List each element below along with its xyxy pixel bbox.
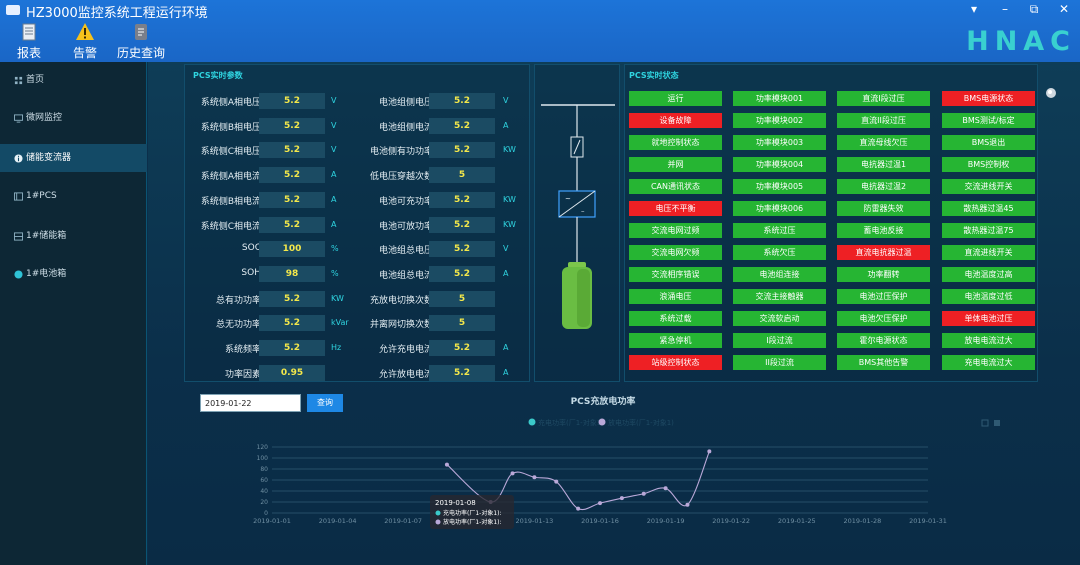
y-tick-label: 120	[257, 444, 269, 451]
app-logo-icon	[6, 5, 20, 15]
sidebar-item-label: 首页	[26, 75, 45, 85]
brand-logo: HNAC	[966, 26, 1076, 57]
legend-marker	[528, 418, 536, 426]
data-point	[685, 502, 690, 507]
alarm-label: 告警	[72, 46, 97, 60]
tooltip-date: 2019-01-08	[435, 499, 476, 507]
maximize-button[interactable]: ⧉	[1022, 0, 1046, 18]
sidebar-item-label: 储能变流器	[26, 153, 72, 163]
device-icon	[14, 192, 23, 201]
sidebar-item-battery-box[interactable]: 1#电池箱	[0, 260, 147, 288]
tooltip-marker	[435, 510, 441, 516]
data-point	[510, 471, 515, 476]
sidebar-item-home[interactable]: 首页	[0, 66, 147, 94]
dropdown-icon[interactable]: ▾	[962, 0, 986, 18]
x-tick-label: 2019-01-31	[909, 517, 947, 525]
x-tick-label: 2019-01-01	[253, 517, 291, 525]
x-tick-label: 2019-01-19	[647, 517, 685, 525]
info-icon	[14, 154, 23, 163]
sidebar-item-pcs[interactable]: 1#PCS	[0, 182, 147, 210]
sidebar: 首页 微网监控 储能变流器 1#PCS 1#储能箱 1#电池箱	[0, 62, 147, 565]
legend-label: 充电功率(厂1-对象1)	[538, 418, 604, 427]
data-point	[554, 479, 559, 484]
sidebar-item-label: 微网监控	[26, 113, 63, 123]
data-point	[598, 501, 602, 506]
data-point	[619, 496, 624, 501]
y-tick-label: 80	[260, 466, 268, 473]
alarm-button[interactable]: 告警	[70, 22, 100, 60]
data-point	[707, 449, 712, 454]
home-icon	[14, 76, 23, 85]
x-tick-label: 2019-01-13	[516, 517, 554, 525]
sidebar-item-label: 1#电池箱	[26, 269, 67, 279]
data-point	[576, 506, 581, 511]
x-tick-label: 2019-01-07	[384, 517, 422, 525]
y-tick-label: 100	[257, 455, 269, 462]
sidebar-item-label: 1#储能箱	[26, 231, 67, 241]
title-bar: HZ3000监控系统工程运行环境 ▾ – ⧉ ✕ 报表 告警 历史查询 HNAC	[0, 0, 1080, 62]
report-button[interactable]: 报表	[14, 22, 44, 60]
battery-dot-icon	[14, 270, 23, 279]
report-label: 报表	[16, 46, 41, 60]
x-tick-label: 2019-01-22	[712, 517, 750, 525]
y-tick-label: 60	[260, 477, 268, 484]
monitor-icon	[14, 114, 23, 123]
x-tick-label: 2019-01-25	[778, 517, 816, 525]
main-content: PCS实时参数 系统侧A相电压 5.2 V 系统侧B相电压 5.2 V 系统侧C相电压 5.2…	[148, 62, 1080, 565]
warning-icon	[76, 23, 94, 40]
window-title: HZ3000监控系统工程运行环境	[26, 6, 208, 21]
history-query-button[interactable]: 历史查询	[116, 22, 166, 60]
data-point	[663, 486, 668, 491]
sidebar-item-microgrid[interactable]: 微网监控	[0, 104, 147, 132]
save-image-icon	[994, 420, 1000, 426]
sidebar-item-storage-box[interactable]: 1#储能箱	[0, 222, 147, 250]
y-tick-label: 20	[260, 499, 268, 506]
x-tick-label: 2019-01-04	[319, 517, 357, 525]
storage-icon	[14, 232, 23, 241]
report-icon	[22, 23, 36, 41]
tooltip-line: 充电功率(厂1-对象1):	[443, 509, 502, 517]
history-query-label: 历史查询	[116, 46, 165, 60]
close-button[interactable]: ✕	[1052, 0, 1076, 18]
data-point	[532, 475, 537, 480]
sidebar-item-label: 1#PCS	[26, 191, 57, 201]
x-tick-label: 2019-01-28	[844, 517, 882, 525]
legend-marker	[598, 418, 606, 426]
y-tick-label: 40	[260, 488, 268, 495]
legend-label: 放电功率(厂1-对象1)	[608, 418, 674, 427]
data-point	[444, 462, 449, 467]
tooltip-line: 放电功率(厂1-对象1):	[443, 518, 502, 526]
minimize-button[interactable]: –	[993, 0, 1017, 18]
tooltip-marker	[435, 519, 441, 525]
x-tick-label: 2019-01-16	[581, 517, 619, 525]
sidebar-item-energy-converter[interactable]: 储能变流器	[0, 144, 147, 172]
history-icon	[135, 24, 147, 40]
restore-icon	[981, 419, 989, 427]
power-chart: 0 20 40 60 80 100 120 2019-01-01 2019-01-04 2019-…	[253, 418, 1000, 529]
data-point	[641, 491, 646, 496]
y-tick-label: 0	[264, 510, 268, 517]
